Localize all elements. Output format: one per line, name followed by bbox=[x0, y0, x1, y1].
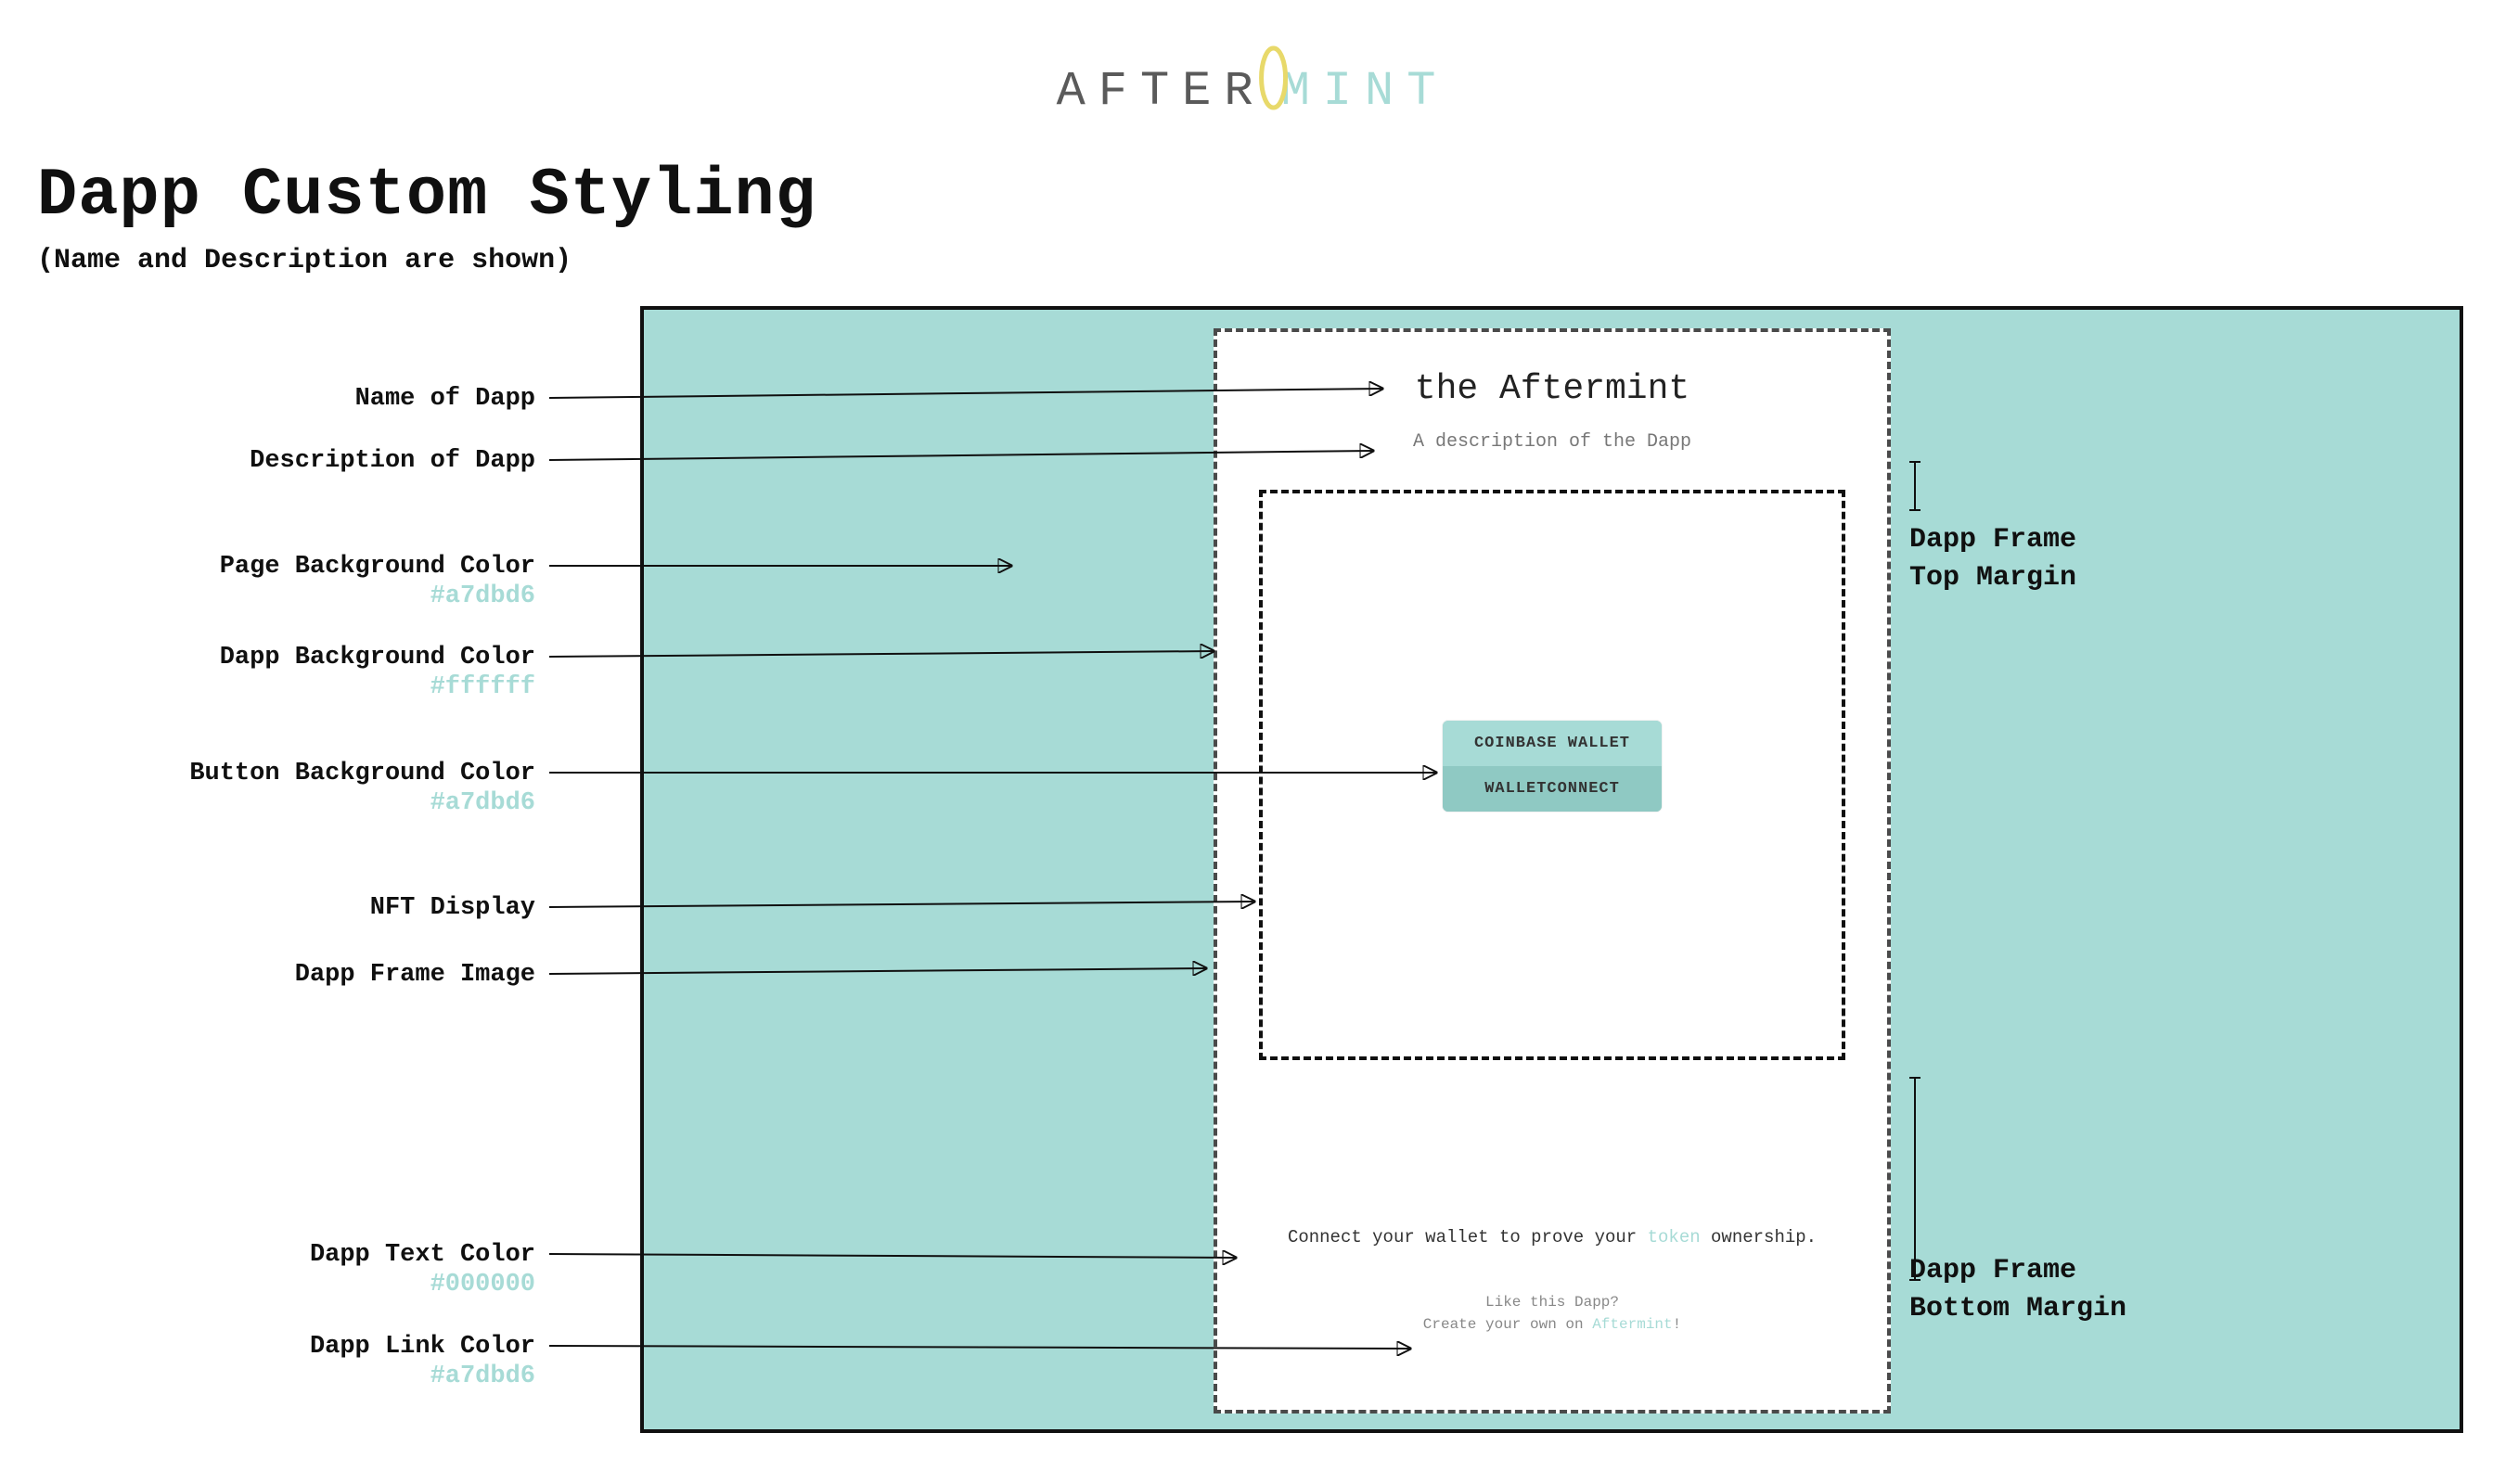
label-text: Page Background Color bbox=[220, 553, 535, 581]
label-dapp-bg-color: Dapp Background Color #ffffff bbox=[220, 644, 535, 701]
label-nft-display: NFT Display bbox=[370, 894, 535, 922]
dapp-frame: the Aftermint A description of the Dapp … bbox=[1214, 328, 1891, 1414]
label-line1: Dapp Frame bbox=[1909, 1252, 2126, 1290]
walletconnect-button[interactable]: WALLETCONNECT bbox=[1443, 766, 1662, 812]
label-hex: #a7dbd6 bbox=[310, 1362, 535, 1390]
logo-text-left: AFTER bbox=[1057, 64, 1266, 119]
coinbase-wallet-button[interactable]: COINBASE WALLET bbox=[1443, 721, 1662, 766]
label-text: Dapp Background Color bbox=[220, 644, 535, 672]
label-page-bg-color: Page Background Color #a7dbd6 bbox=[220, 553, 535, 610]
logo: AFTER MINT bbox=[1057, 37, 1449, 119]
label-hex: #ffffff bbox=[220, 673, 535, 701]
label-hex: #a7dbd6 bbox=[220, 582, 535, 610]
label-line2: Bottom Margin bbox=[1909, 1290, 2126, 1328]
label-text: Button Background Color bbox=[189, 760, 535, 787]
like-dapp-text: Like this Dapp? bbox=[1217, 1294, 1887, 1311]
wallet-buttons: COINBASE WALLET WALLETCONNECT bbox=[1443, 721, 1662, 812]
aftermint-link[interactable]: Aftermint bbox=[1592, 1316, 1672, 1333]
page-heading: Dapp Custom Styling (Name and Descriptio… bbox=[37, 158, 816, 276]
connect-prefix: Connect your wallet to prove your bbox=[1288, 1227, 1648, 1247]
label-dapp-text-color: Dapp Text Color #000000 bbox=[310, 1241, 535, 1298]
label-text: Dapp Frame Image bbox=[295, 961, 535, 989]
label-top-margin: Dapp Frame Top Margin bbox=[1909, 521, 2076, 598]
label-text: Dapp Link Color bbox=[310, 1333, 535, 1361]
create-suffix: ! bbox=[1673, 1316, 1682, 1333]
label-line2: Top Margin bbox=[1909, 559, 2076, 597]
dapp-description: A description of the Dapp bbox=[1217, 431, 1887, 453]
create-own-text: Create your own on Aftermint! bbox=[1217, 1316, 1887, 1333]
connect-wallet-text: Connect your wallet to prove your token … bbox=[1217, 1227, 1887, 1247]
label-line1: Dapp Frame bbox=[1909, 521, 2076, 559]
label-name-of-dapp: Name of Dapp bbox=[355, 385, 535, 413]
create-prefix: Create your own on bbox=[1423, 1316, 1592, 1333]
token-link[interactable]: token bbox=[1648, 1227, 1701, 1247]
label-hex: #a7dbd6 bbox=[189, 789, 535, 817]
connect-suffix: ownership. bbox=[1701, 1227, 1817, 1247]
label-text: Dapp Text Color bbox=[310, 1241, 535, 1269]
dapp-name: the Aftermint bbox=[1217, 369, 1887, 409]
nft-display: COINBASE WALLET WALLETCONNECT bbox=[1259, 490, 1845, 1060]
label-text: Name of Dapp bbox=[355, 385, 535, 413]
label-text: Description of Dapp bbox=[250, 447, 535, 475]
label-dapp-frame-image: Dapp Frame Image bbox=[295, 961, 535, 989]
label-bottom-margin: Dapp Frame Bottom Margin bbox=[1909, 1252, 2126, 1329]
label-description-of-dapp: Description of Dapp bbox=[250, 447, 535, 475]
label-hex: #000000 bbox=[310, 1271, 535, 1298]
page-title: Dapp Custom Styling bbox=[37, 158, 816, 234]
logo-text-right: MINT bbox=[1281, 64, 1449, 119]
logo-ring-icon bbox=[1257, 45, 1291, 111]
label-text: NFT Display bbox=[370, 894, 535, 922]
page-subtitle: (Name and Description are shown) bbox=[37, 245, 816, 276]
label-button-bg-color: Button Background Color #a7dbd6 bbox=[189, 760, 535, 817]
page-background-stage: the Aftermint A description of the Dapp … bbox=[640, 306, 2463, 1433]
label-dapp-link-color: Dapp Link Color #a7dbd6 bbox=[310, 1333, 535, 1390]
